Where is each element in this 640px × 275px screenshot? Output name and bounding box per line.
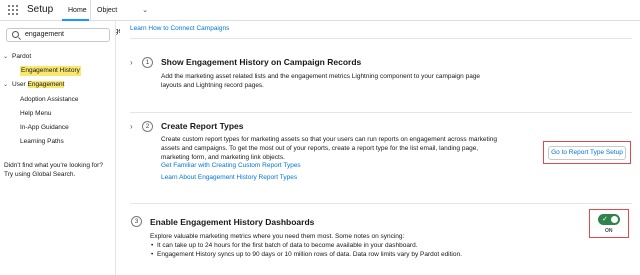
step-description: Explore valuable marketing metrics where… (150, 232, 530, 259)
step-number: 3 (131, 216, 142, 227)
tree-item-label: Engagement History (20, 66, 81, 76)
tree-item-label: Learning Paths (20, 138, 64, 145)
step-description-intro: Explore valuable marketing metrics where… (150, 233, 405, 240)
step-number: 1 (142, 57, 153, 68)
search-icon (12, 31, 19, 38)
app-launcher-icon[interactable] (8, 5, 18, 15)
sync-notes-list: It can take up to 24 hours for the first… (150, 241, 530, 259)
quick-find-search[interactable]: engagement (6, 28, 110, 42)
dashboards-toggle[interactable]: ✓ (598, 214, 620, 225)
divider (130, 38, 632, 39)
sidebar-help-line: Try using Global Search. (4, 171, 76, 178)
list-item: Engagement History syncs up to 90 days o… (150, 250, 530, 259)
tab-home[interactable]: Home (62, 0, 89, 21)
custom-report-types-link[interactable]: Get Familiar with Creating Custom Report… (161, 162, 301, 169)
chevron-down-icon[interactable]: ⌄ (3, 80, 8, 90)
step-description: Create custom report types for marketing… (161, 136, 497, 161)
chevron-right-icon[interactable]: › (130, 58, 133, 67)
chevron-down-icon[interactable]: ⌄ (142, 0, 148, 21)
sidebar-help-line: Didn't find what you're looking for? (4, 162, 103, 169)
app-title: Setup (27, 4, 54, 15)
chevron-down-icon[interactable]: ⌄ (3, 52, 8, 62)
chevron-right-icon[interactable]: › (130, 122, 133, 131)
toggle-state-label: ON (605, 228, 613, 234)
step-title: Create Report Types (161, 121, 244, 131)
setup-sidebar: engagement ⌄ Pardot Engagement History ⌄… (0, 21, 116, 275)
search-input-value[interactable]: engagement (25, 31, 64, 38)
main-content: Learn How to Connect Campaigns › 1 Show … (120, 21, 640, 275)
divider (130, 203, 632, 204)
step-title: Show Engagement History on Campaign Reco… (161, 57, 362, 67)
connect-campaigns-link[interactable]: Learn How to Connect Campaigns (130, 25, 229, 32)
checkmark-icon: ✓ (602, 216, 608, 223)
list-item: It can take up to 24 hours for the first… (150, 241, 530, 250)
go-to-report-type-setup-button[interactable]: Go to Report Type Setup (548, 146, 626, 160)
step-description: Add the marketing asset related lists an… (161, 73, 481, 89)
step-title: Enable Engagement History Dashboards (150, 217, 315, 227)
report-types-learn-link[interactable]: Learn About Engagement History Report Ty… (161, 174, 297, 181)
tab-object-manager[interactable]: Object Manager ⌄ (90, 0, 152, 35)
step-number: 2 (142, 121, 153, 132)
tree-item-label: Help Menu (20, 110, 52, 117)
tree-item-label: Pardot (12, 53, 32, 60)
sidebar-help-text: Didn't find what you're looking for? Try… (4, 161, 112, 179)
top-navigation-bar: Setup Home Object Manager ⌄ (0, 0, 640, 35)
tree-item-label: Adoption Assistance (20, 96, 79, 103)
toggle-knob (611, 216, 618, 223)
divider (130, 112, 632, 113)
tree-item-label: User Engagement (12, 81, 65, 88)
tree-item-label: In-App Guidance (20, 124, 69, 131)
